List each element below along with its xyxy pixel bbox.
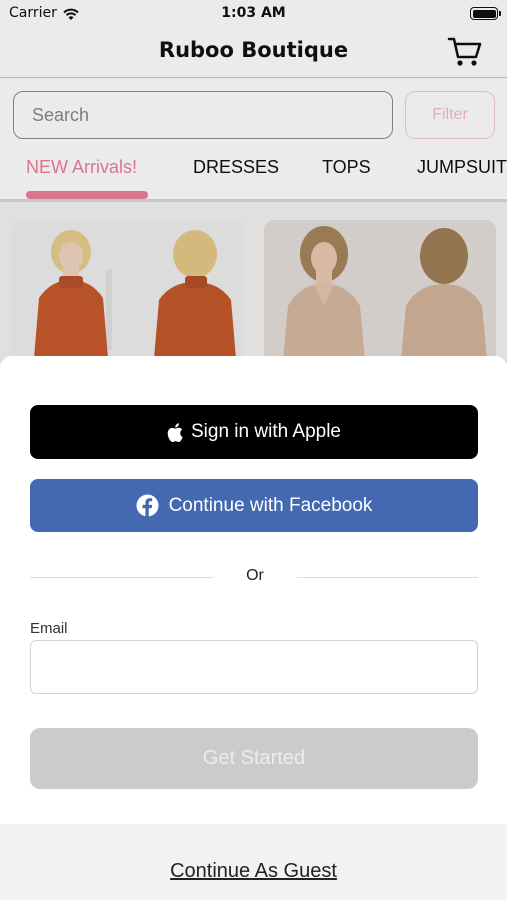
product-image <box>11 220 243 370</box>
active-tab-indicator <box>26 191 148 199</box>
clock-time: 1:03 AM <box>221 5 286 21</box>
status-bar: Carrier 1:03 AM <box>0 0 507 30</box>
tab-tops[interactable]: TOPS <box>322 157 371 178</box>
facebook-icon <box>136 494 159 517</box>
battery-icon <box>470 7 498 20</box>
facebook-button-label: Continue with Facebook <box>168 494 373 516</box>
cart-icon <box>447 37 482 66</box>
page-title: Ruboo Boutique <box>158 38 349 62</box>
divider-line-right <box>297 577 478 578</box>
app-header: Ruboo Boutique <box>0 30 507 78</box>
email-field[interactable] <box>30 640 478 694</box>
sign-in-with-apple-button[interactable]: Sign in with Apple <box>30 405 478 459</box>
tab-dresses[interactable]: DRESSES <box>193 157 279 178</box>
product-card[interactable] <box>264 220 496 370</box>
apple-button-label: Sign in with Apple <box>191 421 341 442</box>
product-card[interactable] <box>11 220 243 370</box>
sign-in-sheet: Sign in with Apple Continue with Faceboo… <box>0 356 507 900</box>
email-label: Email <box>30 620 68 637</box>
filter-button[interactable]: Filter <box>405 91 495 139</box>
product-grid <box>0 202 507 370</box>
guest-footer: Continue As Guest <box>0 824 507 900</box>
get-started-button[interactable]: Get Started <box>30 728 478 789</box>
divider-line-left <box>30 577 213 578</box>
product-image <box>264 220 496 370</box>
or-divider-text: Or <box>246 567 264 584</box>
tab-new-arrivals[interactable]: NEW Arrivals! <box>26 157 137 178</box>
cart-button[interactable] <box>446 35 484 69</box>
battery-tip <box>499 11 501 16</box>
category-tabs: NEW Arrivals! DRESSES TOPS JUMPSUITS <box>0 145 507 202</box>
tab-jumpsuits[interactable]: JUMPSUITS <box>417 157 507 178</box>
continue-with-facebook-button[interactable]: Continue with Facebook <box>30 479 478 532</box>
apple-icon <box>167 422 183 442</box>
continue-as-guest-link[interactable]: Continue As Guest <box>0 860 507 883</box>
search-input[interactable] <box>13 91 393 139</box>
